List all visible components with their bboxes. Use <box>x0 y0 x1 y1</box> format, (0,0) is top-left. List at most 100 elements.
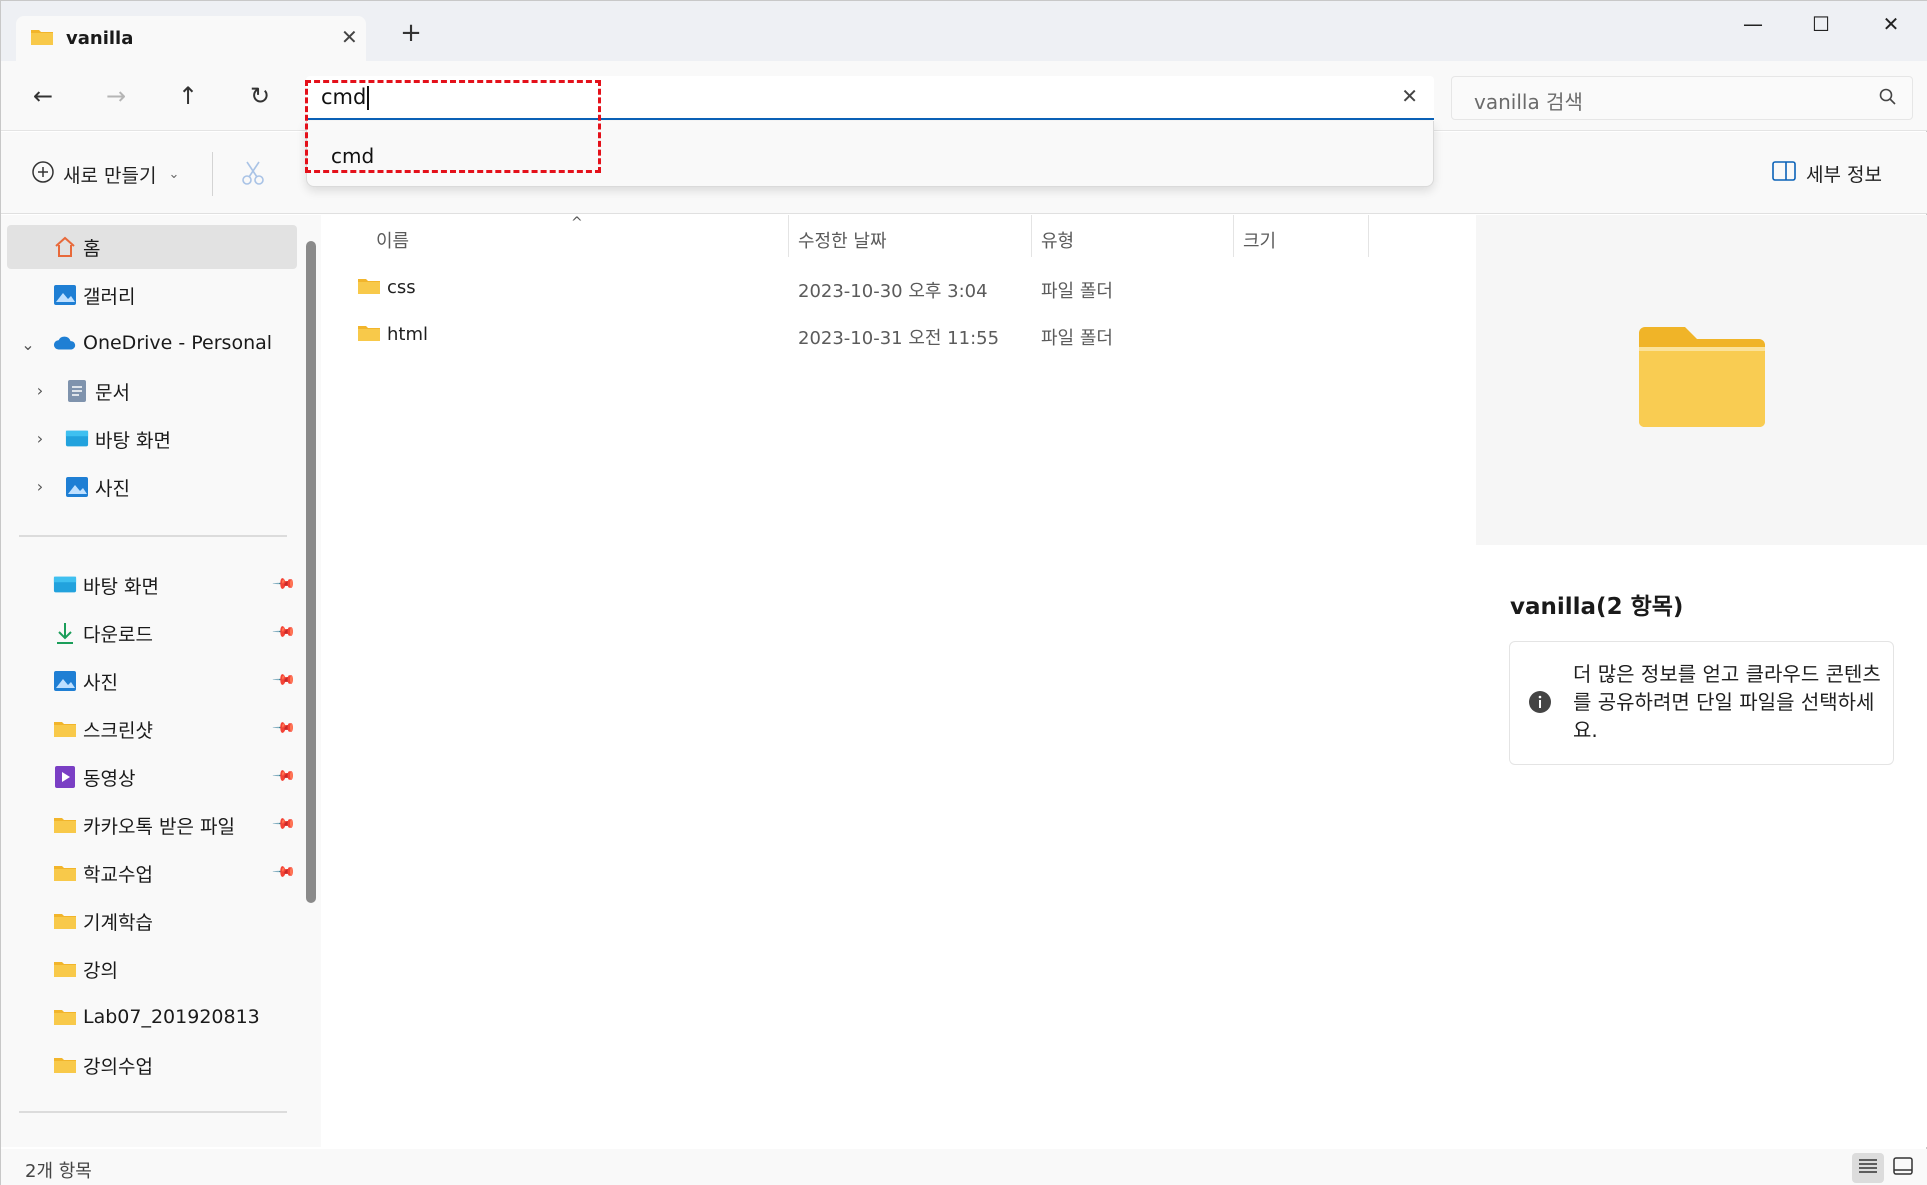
table-row[interactable]: html 2023-10-31 오전 11:55 파일 폴더 <box>323 316 1475 356</box>
column-divider[interactable] <box>1233 215 1234 257</box>
search-icon[interactable] <box>1878 87 1898 112</box>
column-divider[interactable] <box>1368 215 1369 257</box>
pin-icon[interactable]: 📌 <box>271 571 297 597</box>
table-row[interactable]: css 2023-10-30 오후 3:04 파일 폴더 <box>323 269 1475 309</box>
folder-icon <box>53 1005 77 1029</box>
desktop-icon <box>65 427 89 451</box>
pin-icon[interactable]: 📌 <box>271 619 297 645</box>
file-type: 파일 폴더 <box>1041 281 1113 302</box>
column-divider[interactable] <box>788 215 789 257</box>
column-divider[interactable] <box>1031 215 1032 257</box>
sidebar-item-lecture-class[interactable]: 강의수업 <box>7 1043 153 1087</box>
sidebar-item-label: 카카오톡 받은 파일 <box>83 815 235 838</box>
sidebar-item-label: 강의수업 <box>83 1055 153 1078</box>
pin-icon[interactable]: 📌 <box>271 715 297 741</box>
preview-area <box>1476 215 1927 545</box>
tiles-view-icon <box>1893 1156 1913 1180</box>
pictures-icon <box>53 669 77 693</box>
folder-icon <box>357 276 381 301</box>
details-pane-icon <box>1772 161 1796 186</box>
tiles-view-button[interactable] <box>1887 1153 1919 1183</box>
sidebar-item-label: OneDrive - Personal <box>83 332 273 354</box>
column-header-size[interactable]: 크기 <box>1243 227 1276 253</box>
text-caret <box>367 86 370 110</box>
sidebar-item-label: 사진 <box>83 671 118 694</box>
sidebar-item-onedrive[interactable]: OneDrive - Personal <box>7 321 272 365</box>
details-pane: vanilla(2 항목) 더 많은 정보를 얻고 클라우드 콘텐츠를 공유하려… <box>1476 215 1927 1147</box>
list-view-icon <box>1858 1157 1878 1180</box>
sidebar-item-lecture[interactable]: 강의 <box>7 947 118 991</box>
new-button[interactable]: 새로 만들기 ⌄ <box>31 160 179 189</box>
pin-icon[interactable]: 📌 <box>271 811 297 837</box>
sidebar-item-lab07[interactable]: Lab07_201920813 <box>7 995 260 1039</box>
column-header-modified[interactable]: 수정한 날짜 <box>798 227 887 253</box>
sidebar-item-label: 문서 <box>95 381 130 404</box>
search-placeholder: vanilla 검색 <box>1474 90 1583 114</box>
refresh-button[interactable]: ↻ <box>240 78 280 114</box>
sidebar-item-label: 다운로드 <box>83 623 153 646</box>
toolbar-divider <box>212 152 213 196</box>
sidebar-item-label: 동영상 <box>83 767 136 790</box>
folder-icon <box>53 717 77 741</box>
title-bar: vanilla ✕ + — ☐ ✕ <box>1 1 1927 61</box>
cut-icon[interactable] <box>239 160 267 191</box>
forward-button[interactable]: → <box>96 78 136 114</box>
sidebar-item-gallery[interactable]: 갤러리 <box>7 273 135 317</box>
details-view-button[interactable] <box>1852 1153 1884 1183</box>
suggestion-item[interactable]: cmd <box>331 144 374 168</box>
sidebar-item-label: 스크린샷 <box>83 719 153 742</box>
file-modified: 2023-10-30 오후 3:04 <box>798 281 988 302</box>
folder-icon <box>357 323 381 348</box>
close-window-button[interactable]: ✕ <box>1861 7 1921 41</box>
sidebar-item-screenshots[interactable]: 스크린샷 <box>7 707 153 751</box>
file-name: css <box>387 277 416 298</box>
sidebar-divider <box>19 535 287 537</box>
sidebar-item-label: 학교수업 <box>83 863 153 886</box>
new-button-label: 새로 만들기 <box>63 165 157 187</box>
details-title: vanilla(2 항목) <box>1510 594 1684 620</box>
sidebar-item-label: 바탕 화면 <box>83 575 159 598</box>
folder-icon <box>53 861 77 885</box>
sidebar-item-home[interactable]: 홈 <box>7 225 297 269</box>
column-header-name[interactable]: 이름 <box>376 227 409 253</box>
sidebar-item-onedrive-pictures[interactable]: 사진 <box>7 465 130 509</box>
new-tab-button[interactable]: + <box>396 18 426 48</box>
file-name: html <box>387 324 429 345</box>
minimize-button[interactable]: — <box>1723 7 1783 41</box>
column-header-type[interactable]: 유형 <box>1041 227 1074 253</box>
sidebar-item-onedrive-desktop[interactable]: 바탕 화면 <box>7 417 171 461</box>
download-icon <box>53 621 77 645</box>
file-list: ^ 이름 수정한 날짜 유형 크기 css 2023-10-30 오후 3:04… <box>323 215 1475 1147</box>
clear-address-icon[interactable]: ✕ <box>1401 84 1418 108</box>
address-input[interactable]: cmd <box>321 85 370 110</box>
address-bar[interactable]: cmd ✕ <box>306 76 1434 120</box>
sidebar-item-quick-desktop[interactable]: 바탕 화면 <box>7 563 159 607</box>
pin-icon[interactable]: 📌 <box>271 859 297 885</box>
pictures-icon <box>65 475 89 499</box>
sidebar-item-label: 강의 <box>83 959 118 982</box>
file-modified: 2023-10-31 오전 11:55 <box>798 328 1000 349</box>
sidebar-item-label: 바탕 화면 <box>95 429 171 452</box>
tab-close-icon[interactable]: ✕ <box>341 25 358 49</box>
sidebar-item-pictures[interactable]: 사진 <box>7 659 118 703</box>
sidebar-item-machine-learning[interactable]: 기계학습 <box>7 899 153 943</box>
maximize-button[interactable]: ☐ <box>1791 7 1851 41</box>
sidebar-item-kakaotalk[interactable]: 카카오톡 받은 파일 <box>7 803 235 847</box>
gallery-icon <box>53 283 77 307</box>
sidebar-item-downloads[interactable]: 다운로드 <box>7 611 153 655</box>
sidebar-item-videos[interactable]: 동영상 <box>7 755 135 799</box>
folder-icon <box>53 813 77 837</box>
search-box[interactable]: vanilla 검색 <box>1451 76 1913 120</box>
sidebar-item-documents[interactable]: 문서 <box>7 369 130 413</box>
pin-icon[interactable]: 📌 <box>271 763 297 789</box>
back-button[interactable]: ← <box>23 78 63 114</box>
large-folder-icon <box>1637 325 1767 434</box>
file-explorer-window: vanilla ✕ + — ☐ ✕ ← → ↑ ↻ cmd ✕ vanilla … <box>0 0 1927 1185</box>
up-button[interactable]: ↑ <box>168 78 208 114</box>
navigation-pane: 홈 갤러리 ⌄ OneDrive - Personal › 문서 › 바탕 화면… <box>1 215 321 1147</box>
sidebar-scrollbar[interactable] <box>306 241 316 903</box>
details-pane-button[interactable]: 세부 정보 <box>1772 160 1882 187</box>
sidebar-item-school[interactable]: 학교수업 <box>7 851 153 895</box>
pin-icon[interactable]: 📌 <box>271 667 297 693</box>
tab-vanilla[interactable]: vanilla ✕ <box>16 16 366 61</box>
